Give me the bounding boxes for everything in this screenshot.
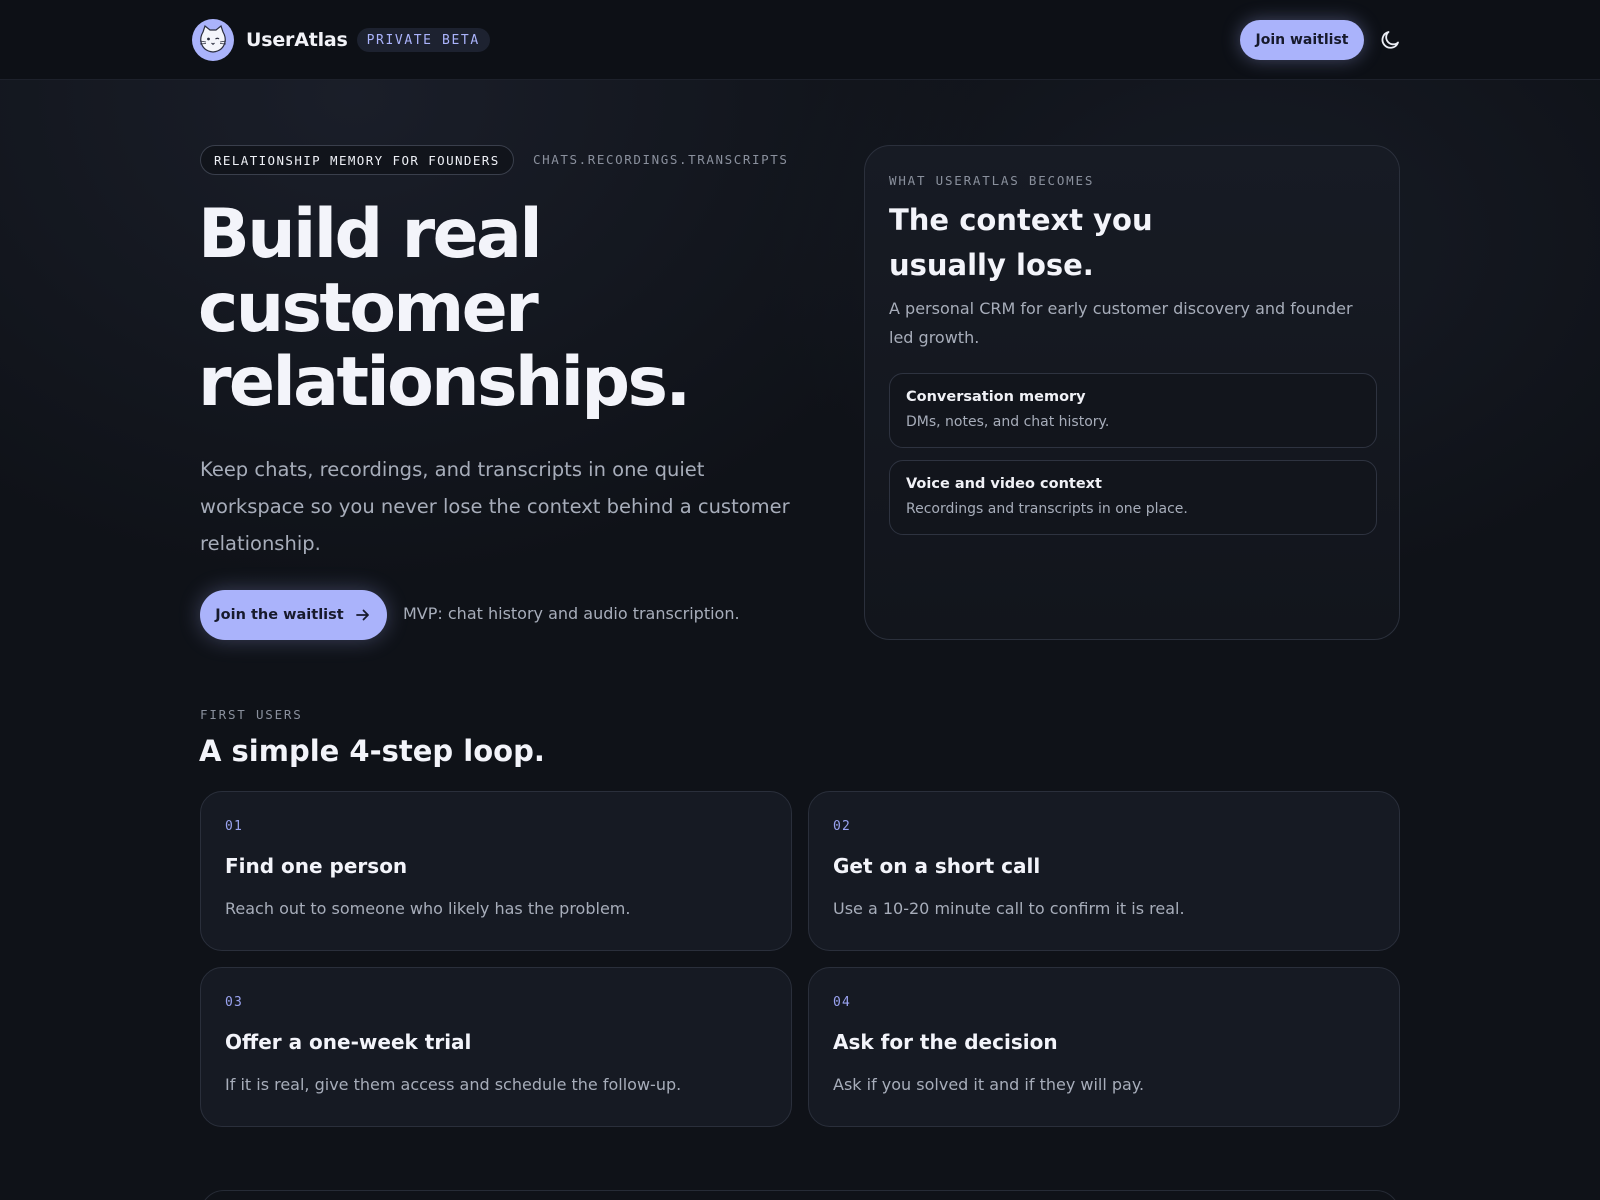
step-description: Use a 10-20 minute call to confirm it is… (833, 899, 1185, 918)
hero-pill: RELATIONSHIP MEMORY FOR FOUNDERS (200, 145, 514, 175)
top-navigation-bar: UserAtlas PRIVATE BETA Join waitlist (0, 0, 1600, 80)
feature-description: DMs, notes, and chat history. (906, 414, 1110, 430)
next-section-card (200, 1190, 1400, 1200)
step-description: Reach out to someone who likely has the … (225, 899, 631, 918)
step-number: 04 (833, 995, 852, 1010)
join-waitlist-button[interactable]: Join waitlist (1240, 20, 1364, 60)
step-title: Get on a short call (833, 854, 1041, 878)
hero-subtitle: Keep chats, recordings, and transcripts … (200, 458, 790, 555)
hero-title-line: relationships. (198, 343, 691, 422)
cat-logo-icon (192, 19, 234, 61)
step-number: 02 (833, 819, 852, 834)
product-summary-card: WHAT USERATLAS BECOMES The context you u… (864, 145, 1400, 640)
section-title: A simple 4-step loop. (199, 734, 545, 768)
join-the-waitlist-label: Join the waitlist (215, 607, 344, 623)
moon-icon[interactable] (1378, 28, 1402, 52)
feature-conversation-memory: Conversation memory DMs, notes, and chat… (889, 373, 1377, 448)
step-number: 01 (225, 819, 244, 834)
step-title: Offer a one-week trial (225, 1030, 472, 1054)
card-description: A personal CRM for early customer discov… (889, 299, 1353, 347)
feature-title: Voice and video context (906, 476, 1102, 492)
step-card-04: 04 Ask for the decision Ask if you solve… (808, 967, 1400, 1127)
feature-title: Conversation memory (906, 389, 1086, 405)
private-beta-badge: PRIVATE BETA (356, 28, 490, 52)
brand[interactable]: UserAtlas PRIVATE BETA (192, 19, 490, 61)
step-description: If it is real, give them access and sche… (225, 1075, 682, 1094)
hero-title-line: Build real (198, 195, 543, 274)
feature-description: Recordings and transcripts in one place. (906, 501, 1188, 517)
step-card-02: 02 Get on a short call Use a 10-20 minut… (808, 791, 1400, 951)
step-card-03: 03 Offer a one-week trial If it is real,… (200, 967, 792, 1127)
join-the-waitlist-button[interactable]: Join the waitlist (200, 590, 387, 640)
step-number: 03 (225, 995, 244, 1010)
card-title: The context you usually lose. (889, 203, 1153, 282)
step-card-01: 01 Find one person Reach out to someone … (200, 791, 792, 951)
hero-title: Build real customer relationships. (198, 198, 758, 420)
mvp-note: MVP: chat history and audio transcriptio… (403, 604, 740, 623)
step-title: Ask for the decision (833, 1030, 1058, 1054)
arrow-right-icon (355, 609, 369, 621)
section-kicker: FIRST USERS (200, 707, 303, 722)
hero-title-line: customer (198, 269, 539, 348)
step-description: Ask if you solved it and if they will pa… (833, 1075, 1145, 1094)
hero-tags: CHATS.RECORDINGS.TRANSCRIPTS (533, 152, 789, 167)
step-title: Find one person (225, 854, 408, 878)
feature-voice-video-context: Voice and video context Recordings and t… (889, 460, 1377, 535)
brand-name: UserAtlas (246, 29, 348, 51)
card-kicker: WHAT USERATLAS BECOMES (889, 173, 1095, 188)
